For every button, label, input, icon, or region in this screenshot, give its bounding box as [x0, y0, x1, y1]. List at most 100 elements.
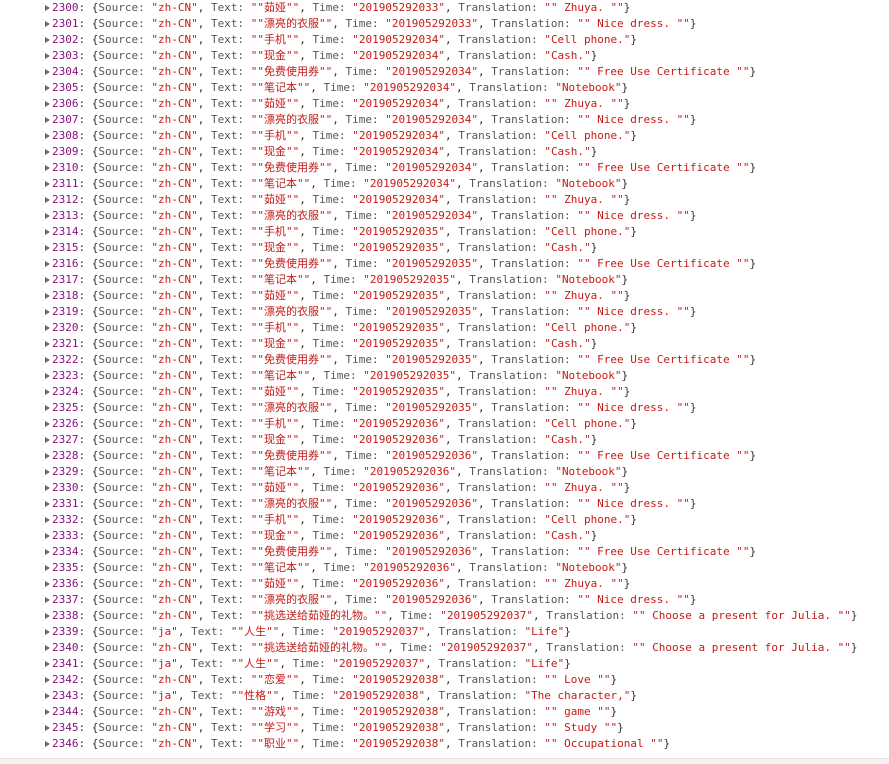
console-log-row[interactable]: 2322: {Source: "zh-CN", Text: ""免费使用券"",… — [0, 352, 889, 368]
quote-mark: " — [544, 705, 551, 718]
expand-triangle-icon[interactable] — [45, 133, 50, 139]
expand-triangle-icon[interactable] — [45, 485, 50, 491]
expand-triangle-icon[interactable] — [45, 309, 50, 315]
expand-triangle-icon[interactable] — [45, 421, 50, 427]
console-log-row[interactable]: 2328: {Source: "zh-CN", Text: ""免费使用券"",… — [0, 448, 889, 464]
expand-triangle-icon[interactable] — [45, 613, 50, 619]
console-log-row[interactable]: 2343: {Source: "ja", Text: ""性格"", Time:… — [0, 688, 889, 704]
console-log-row[interactable]: 2313: {Source: "zh-CN", Text: ""漂亮的衣服"",… — [0, 208, 889, 224]
value-time: 201905292035 — [391, 401, 472, 414]
expand-triangle-icon[interactable] — [45, 37, 50, 43]
expand-triangle-icon[interactable] — [45, 21, 50, 27]
console-log-row[interactable]: 2306: {Source: "zh-CN", Text: ""茹娅"", Ti… — [0, 96, 889, 112]
expand-triangle-icon[interactable] — [45, 517, 50, 523]
expand-triangle-icon[interactable] — [45, 149, 50, 155]
console-log-row[interactable]: 2318: {Source: "zh-CN", Text: ""茹娅"", Ti… — [0, 288, 889, 304]
expand-triangle-icon[interactable] — [45, 709, 50, 715]
console-log-row[interactable]: 2319: {Source: "zh-CN", Text: ""漂亮的衣服"",… — [0, 304, 889, 320]
expand-triangle-icon[interactable] — [45, 373, 50, 379]
expand-triangle-icon[interactable] — [45, 293, 50, 299]
console-log-row[interactable]: 2327: {Source: "zh-CN", Text: ""现金"", Ti… — [0, 432, 889, 448]
console-log-row[interactable]: 2337: {Source: "zh-CN", Text: ""漂亮的衣服"",… — [0, 592, 889, 608]
console-log-row[interactable]: 2321: {Source: "zh-CN", Text: ""现金"", Ti… — [0, 336, 889, 352]
expand-triangle-icon[interactable] — [45, 277, 50, 283]
console-log-row[interactable]: 2312: {Source: "zh-CN", Text: ""茹娅"", Ti… — [0, 192, 889, 208]
console-log-row[interactable]: 2333: {Source: "zh-CN", Text: ""现金"", Ti… — [0, 528, 889, 544]
punctuation: : { — [78, 337, 99, 350]
console-log-row[interactable]: 2316: {Source: "zh-CN", Text: ""免费使用券"",… — [0, 256, 889, 272]
console-log-row[interactable]: 2307: {Source: "zh-CN", Text: ""漂亮的衣服"",… — [0, 112, 889, 128]
console-log-row[interactable]: 2336: {Source: "zh-CN", Text: ""茹娅"", Ti… — [0, 576, 889, 592]
console-log-row[interactable]: 2326: {Source: "zh-CN", Text: ""手机"", Ti… — [0, 416, 889, 432]
expand-triangle-icon[interactable] — [45, 101, 50, 107]
console-log-row[interactable]: 2303: {Source: "zh-CN", Text: ""现金"", Ti… — [0, 48, 889, 64]
expand-triangle-icon[interactable] — [45, 85, 50, 91]
console-log-row[interactable]: 2300: {Source: "zh-CN", Text: ""茹娅"", Ti… — [0, 0, 889, 16]
console-log-row[interactable]: 2317: {Source: "zh-CN", Text: ""笔记本"", T… — [0, 272, 889, 288]
console-log-row[interactable]: 2332: {Source: "zh-CN", Text: ""手机"", Ti… — [0, 512, 889, 528]
expand-triangle-icon[interactable] — [45, 549, 50, 555]
console-log-row[interactable]: 2301: {Source: "zh-CN", Text: ""漂亮的衣服"",… — [0, 16, 889, 32]
expand-triangle-icon[interactable] — [45, 645, 50, 651]
expand-triangle-icon[interactable] — [45, 501, 50, 507]
console-log-row[interactable]: 2310: {Source: "zh-CN", Text: ""免费使用券"",… — [0, 160, 889, 176]
punctuation: , — [197, 593, 211, 606]
console-log-row[interactable]: 2339: {Source: "ja", Text: ""人生"", Time:… — [0, 624, 889, 640]
expand-triangle-icon[interactable] — [45, 437, 50, 443]
expand-triangle-icon[interactable] — [45, 389, 50, 395]
console-log-row[interactable]: 2325: {Source: "zh-CN", Text: ""漂亮的衣服"",… — [0, 400, 889, 416]
expand-triangle-icon[interactable] — [45, 693, 50, 699]
expand-triangle-icon[interactable] — [45, 533, 50, 539]
console-log-row[interactable]: 2344: {Source: "zh-CN", Text: ""游戏"", Ti… — [0, 704, 889, 720]
expand-triangle-icon[interactable] — [45, 469, 50, 475]
expand-triangle-icon[interactable] — [45, 581, 50, 587]
expand-triangle-icon[interactable] — [45, 357, 50, 363]
expand-triangle-icon[interactable] — [45, 69, 50, 75]
console-log-row[interactable]: 2314: {Source: "zh-CN", Text: ""手机"", Ti… — [0, 224, 889, 240]
console-log-row[interactable]: 2305: {Source: "zh-CN", Text: ""笔记本"", T… — [0, 80, 889, 96]
console-log-row[interactable]: 2329: {Source: "zh-CN", Text: ""笔记本"", T… — [0, 464, 889, 480]
expand-triangle-icon[interactable] — [45, 597, 50, 603]
console-log-row[interactable]: 2335: {Source: "zh-CN", Text: ""笔记本"", T… — [0, 560, 889, 576]
expand-triangle-icon[interactable] — [45, 725, 50, 731]
console-log-row[interactable]: 2320: {Source: "zh-CN", Text: ""手机"", Ti… — [0, 320, 889, 336]
expand-triangle-icon[interactable] — [45, 325, 50, 331]
expand-triangle-icon[interactable] — [45, 261, 50, 267]
expand-triangle-icon[interactable] — [45, 197, 50, 203]
expand-triangle-icon[interactable] — [45, 629, 50, 635]
console-log-row[interactable]: 2309: {Source: "zh-CN", Text: ""现金"", Ti… — [0, 144, 889, 160]
expand-triangle-icon[interactable] — [45, 405, 50, 411]
punctuation: : { — [78, 497, 99, 510]
expand-triangle-icon[interactable] — [45, 661, 50, 667]
expand-triangle-icon[interactable] — [45, 741, 50, 747]
expand-triangle-icon[interactable] — [45, 5, 50, 11]
expand-triangle-icon[interactable] — [45, 117, 50, 123]
console-log-row[interactable]: 2341: {Source: "ja", Text: ""人生"", Time:… — [0, 656, 889, 672]
console-log-row[interactable]: 2331: {Source: "zh-CN", Text: ""漂亮的衣服"",… — [0, 496, 889, 512]
expand-triangle-icon[interactable] — [45, 181, 50, 187]
expand-triangle-icon[interactable] — [45, 53, 50, 59]
expand-triangle-icon[interactable] — [45, 565, 50, 571]
console-log-row[interactable]: 2324: {Source: "zh-CN", Text: ""茹娅"", Ti… — [0, 384, 889, 400]
punctuation: } — [689, 113, 697, 126]
expand-triangle-icon[interactable] — [45, 165, 50, 171]
console-log-row[interactable]: 2334: {Source: "zh-CN", Text: ""免费使用券"",… — [0, 544, 889, 560]
expand-triangle-icon[interactable] — [45, 229, 50, 235]
console-log-row[interactable]: 2304: {Source: "zh-CN", Text: ""免费使用券"",… — [0, 64, 889, 80]
console-log-row[interactable]: 2315: {Source: "zh-CN", Text: ""现金"", Ti… — [0, 240, 889, 256]
console-log-row[interactable]: 2330: {Source: "zh-CN", Text: ""茹娅"", Ti… — [0, 480, 889, 496]
expand-triangle-icon[interactable] — [45, 245, 50, 251]
console-log-row[interactable]: 2308: {Source: "zh-CN", Text: ""手机"", Ti… — [0, 128, 889, 144]
console-log-row[interactable]: 2346: {Source: "zh-CN", Text: ""职业"", Ti… — [0, 736, 889, 752]
console-log-row[interactable]: 2302: {Source: "zh-CN", Text: ""手机"", Ti… — [0, 32, 889, 48]
console-log-row[interactable]: 2342: {Source: "zh-CN", Text: ""恋爱"", Ti… — [0, 672, 889, 688]
expand-triangle-icon[interactable] — [45, 341, 50, 347]
console-log-row[interactable]: 2338: {Source: "zh-CN", Text: ""挑选送给茹娅的礼… — [0, 608, 889, 624]
console-log-row[interactable]: 2345: {Source: "zh-CN", Text: ""学习"", Ti… — [0, 720, 889, 736]
console-log-row[interactable]: 2323: {Source: "zh-CN", Text: ""笔记本"", T… — [0, 368, 889, 384]
console-log-row[interactable]: 2340: {Source: "zh-CN", Text: ""挑选送给茹娅的礼… — [0, 640, 889, 656]
expand-triangle-icon[interactable] — [45, 213, 50, 219]
expand-triangle-icon[interactable] — [45, 677, 50, 683]
expand-triangle-icon[interactable] — [45, 453, 50, 459]
console-log-row[interactable]: 2311: {Source: "zh-CN", Text: ""笔记本"", T… — [0, 176, 889, 192]
